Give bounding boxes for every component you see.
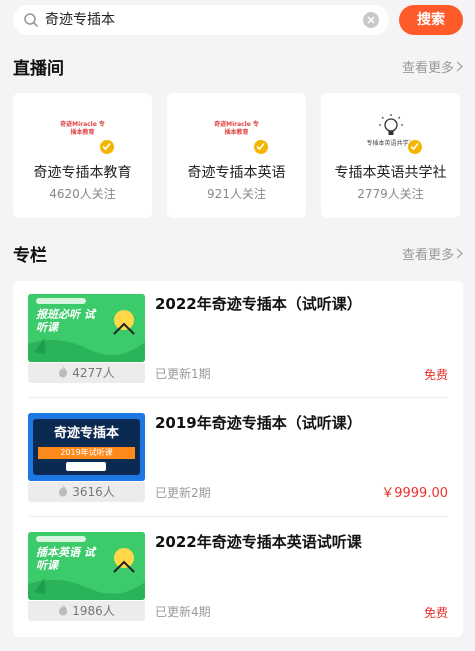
search-input[interactable]: 奇迹专插本 <box>13 5 389 35</box>
column-section-title: 专栏 <box>13 246 47 266</box>
live-section-title: 直播间 <box>13 59 64 79</box>
fire-icon <box>59 366 68 378</box>
chevron-right-icon <box>456 59 464 79</box>
lightbulb-icon <box>378 114 403 135</box>
fire-icon <box>59 604 68 616</box>
live-card-followers: 921人关注 <box>207 187 266 201</box>
live-more-link[interactable]: 查看更多 <box>401 59 464 79</box>
learners-count: 3616人 <box>28 482 145 502</box>
fire-icon <box>59 485 68 497</box>
live-card-name: 奇迹专插本英语 <box>187 165 286 181</box>
learners-count-text: 3616人 <box>72 485 115 499</box>
course-thumbnail: 奇迹专插本 2019年试听课 <box>28 413 145 481</box>
course-title: 2022年奇迹专插本英语试听课 <box>155 533 362 551</box>
live-card-name: 奇迹专插本教育 <box>33 165 132 181</box>
course-title: 2022年奇迹专插本（试听课） <box>155 295 362 313</box>
course-price: 免费 <box>423 368 448 382</box>
clear-icon[interactable] <box>363 12 379 28</box>
learners-count: 1986人 <box>28 601 145 621</box>
chevron-right-icon <box>456 246 464 266</box>
thumbnail-text: 报班必听 试听课 <box>36 308 95 334</box>
thumbnail-art <box>28 413 145 481</box>
live-card[interactable]: 奇迹Miracle 专插本教育 奇迹专插本教育 4620人关注 <box>13 93 152 218</box>
live-card[interactable]: 专插本英语共学社 专插本英语共学社 2779人关注 <box>321 93 460 218</box>
search-button[interactable]: 搜索 <box>399 5 463 35</box>
verified-icon <box>406 139 423 155</box>
divider <box>28 397 448 398</box>
live-more-label: 查看更多 <box>401 61 454 76</box>
verified-icon <box>98 139 115 155</box>
learners-count-text: 1986人 <box>72 604 115 618</box>
course-price: 免费 <box>423 606 448 620</box>
thumbnail-text: 插本英语 试听课 <box>36 546 95 572</box>
column-more-label: 查看更多 <box>401 248 454 263</box>
verified-icon <box>252 139 269 155</box>
divider <box>28 516 448 517</box>
course-item[interactable]: 奇迹专插本 2019年试听课 3616人 2019年奇迹专插本（试听课） 已更新… <box>28 413 448 520</box>
live-card[interactable]: 奇迹Miracle 专插本教育 奇迹专插本英语 921人关注 <box>167 93 306 218</box>
column-list: 报班必听 试听课 4277人 2022年奇迹专插本（试听课） 已更新1期 免费 … <box>13 281 463 637</box>
column-section-header: 专栏 查看更多 <box>13 244 464 268</box>
channel-logo-text: 奇迹Miracle 专插本教育 <box>60 121 105 136</box>
channel-logo: 专插本英语共学社 <box>367 113 423 155</box>
live-card-name: 专插本英语共学社 <box>334 165 447 181</box>
search-query[interactable]: 奇迹专插本 <box>45 11 115 29</box>
course-title: 2019年奇迹专插本（试听课） <box>155 414 362 432</box>
course-updated: 已更新1期 <box>155 367 211 381</box>
thumbnail-subtext: 2019年试听课 <box>60 448 113 457</box>
channel-logo: 奇迹Miracle 专插本教育 <box>213 113 269 155</box>
course-thumbnail: 插本英语 试听课 <box>28 532 145 600</box>
course-price: ￥9999.00 <box>381 486 448 501</box>
search-icon <box>24 13 38 27</box>
course-updated: 已更新2期 <box>155 486 211 500</box>
channel-logo-text: 奇迹Miracle 专插本教育 <box>214 121 259 136</box>
column-more-link[interactable]: 查看更多 <box>401 246 464 266</box>
course-item[interactable]: 报班必听 试听课 4277人 2022年奇迹专插本（试听课） 已更新1期 免费 <box>28 294 448 401</box>
live-card-followers: 2779人关注 <box>357 187 424 201</box>
channel-logo: 奇迹Miracle 专插本教育 <box>59 113 115 155</box>
course-updated: 已更新4期 <box>155 605 211 619</box>
search-bar: 奇迹专插本 搜索 <box>0 0 475 44</box>
live-card-followers: 4620人关注 <box>49 187 116 201</box>
thumbnail-text: 奇迹专插本 <box>53 426 119 441</box>
learners-count-text: 4277人 <box>72 366 115 380</box>
course-thumbnail: 报班必听 试听课 <box>28 294 145 362</box>
live-section-header: 直播间 查看更多 <box>13 57 464 81</box>
learners-count: 4277人 <box>28 363 145 383</box>
course-item[interactable]: 插本英语 试听课 1986人 2022年奇迹专插本英语试听课 已更新4期 免费 <box>28 532 448 639</box>
